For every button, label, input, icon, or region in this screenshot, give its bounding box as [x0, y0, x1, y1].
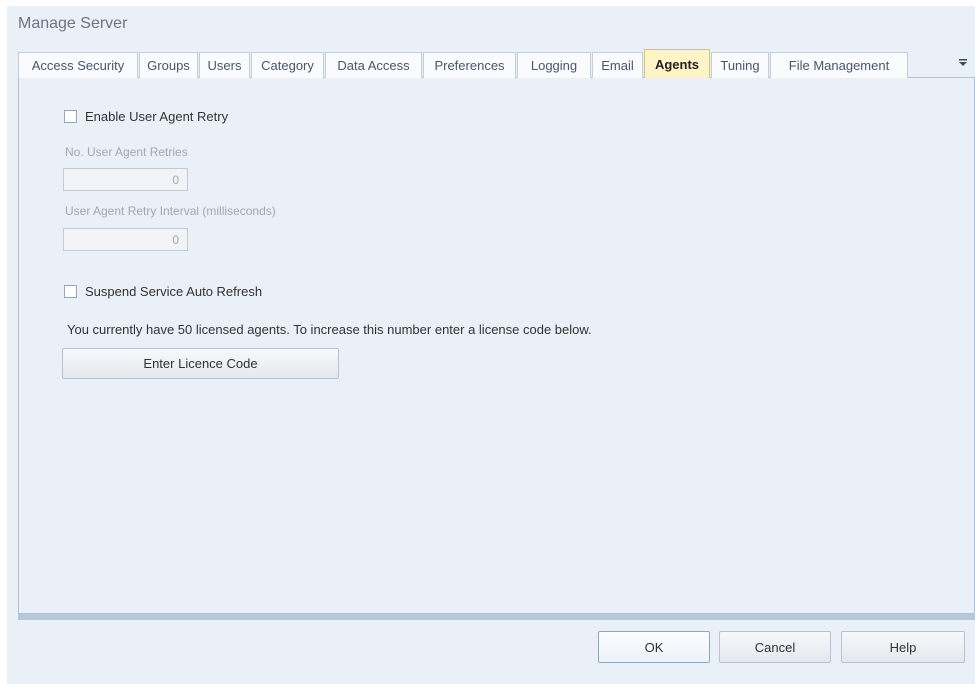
- tab-data-access[interactable]: Data Access: [325, 52, 422, 78]
- checkbox-box[interactable]: [64, 110, 77, 123]
- window-title: Manage Server: [18, 15, 128, 32]
- retry-interval-label: User Agent Retry Interval (milliseconds): [65, 204, 276, 218]
- tab-strip: Access Security Groups Users Category Da…: [18, 49, 975, 79]
- agents-tab-panel: Enable User Agent Retry No. User Agent R…: [18, 78, 975, 614]
- tab-category[interactable]: Category: [251, 52, 324, 78]
- suspend-service-auto-refresh-checkbox[interactable]: Suspend Service Auto Refresh: [64, 284, 262, 299]
- tab-users[interactable]: Users: [199, 52, 250, 78]
- tab-preferences[interactable]: Preferences: [423, 52, 516, 78]
- retries-label: No. User Agent Retries: [65, 145, 188, 159]
- tab-groups[interactable]: Groups: [139, 52, 198, 78]
- tab-agents[interactable]: Agents: [644, 49, 710, 79]
- ok-button[interactable]: OK: [598, 631, 710, 663]
- help-button[interactable]: Help: [841, 631, 965, 663]
- checkbox-box[interactable]: [64, 285, 77, 298]
- tab-overflow-chevron-icon[interactable]: [955, 53, 971, 73]
- cancel-button[interactable]: Cancel: [719, 631, 831, 663]
- license-info-text: You currently have 50 licensed agents. T…: [67, 322, 592, 337]
- enable-user-agent-retry-checkbox[interactable]: Enable User Agent Retry: [64, 109, 228, 124]
- tab-email[interactable]: Email: [592, 52, 643, 78]
- tab-logging[interactable]: Logging: [517, 52, 591, 78]
- retries-input[interactable]: 0: [63, 168, 188, 191]
- tab-access-security[interactable]: Access Security: [18, 52, 138, 78]
- panel-bottom-bar: [18, 614, 975, 620]
- enter-licence-code-button[interactable]: Enter Licence Code: [62, 348, 339, 379]
- manage-server-window: Manage Server Access Security Groups Use…: [7, 6, 975, 684]
- tab-file-management[interactable]: File Management: [770, 52, 908, 78]
- retry-interval-input[interactable]: 0: [63, 228, 188, 251]
- enable-user-agent-retry-label: Enable User Agent Retry: [85, 109, 229, 124]
- suspend-service-auto-refresh-label: Suspend Service Auto Refresh: [85, 284, 263, 299]
- tab-tuning[interactable]: Tuning: [711, 52, 769, 78]
